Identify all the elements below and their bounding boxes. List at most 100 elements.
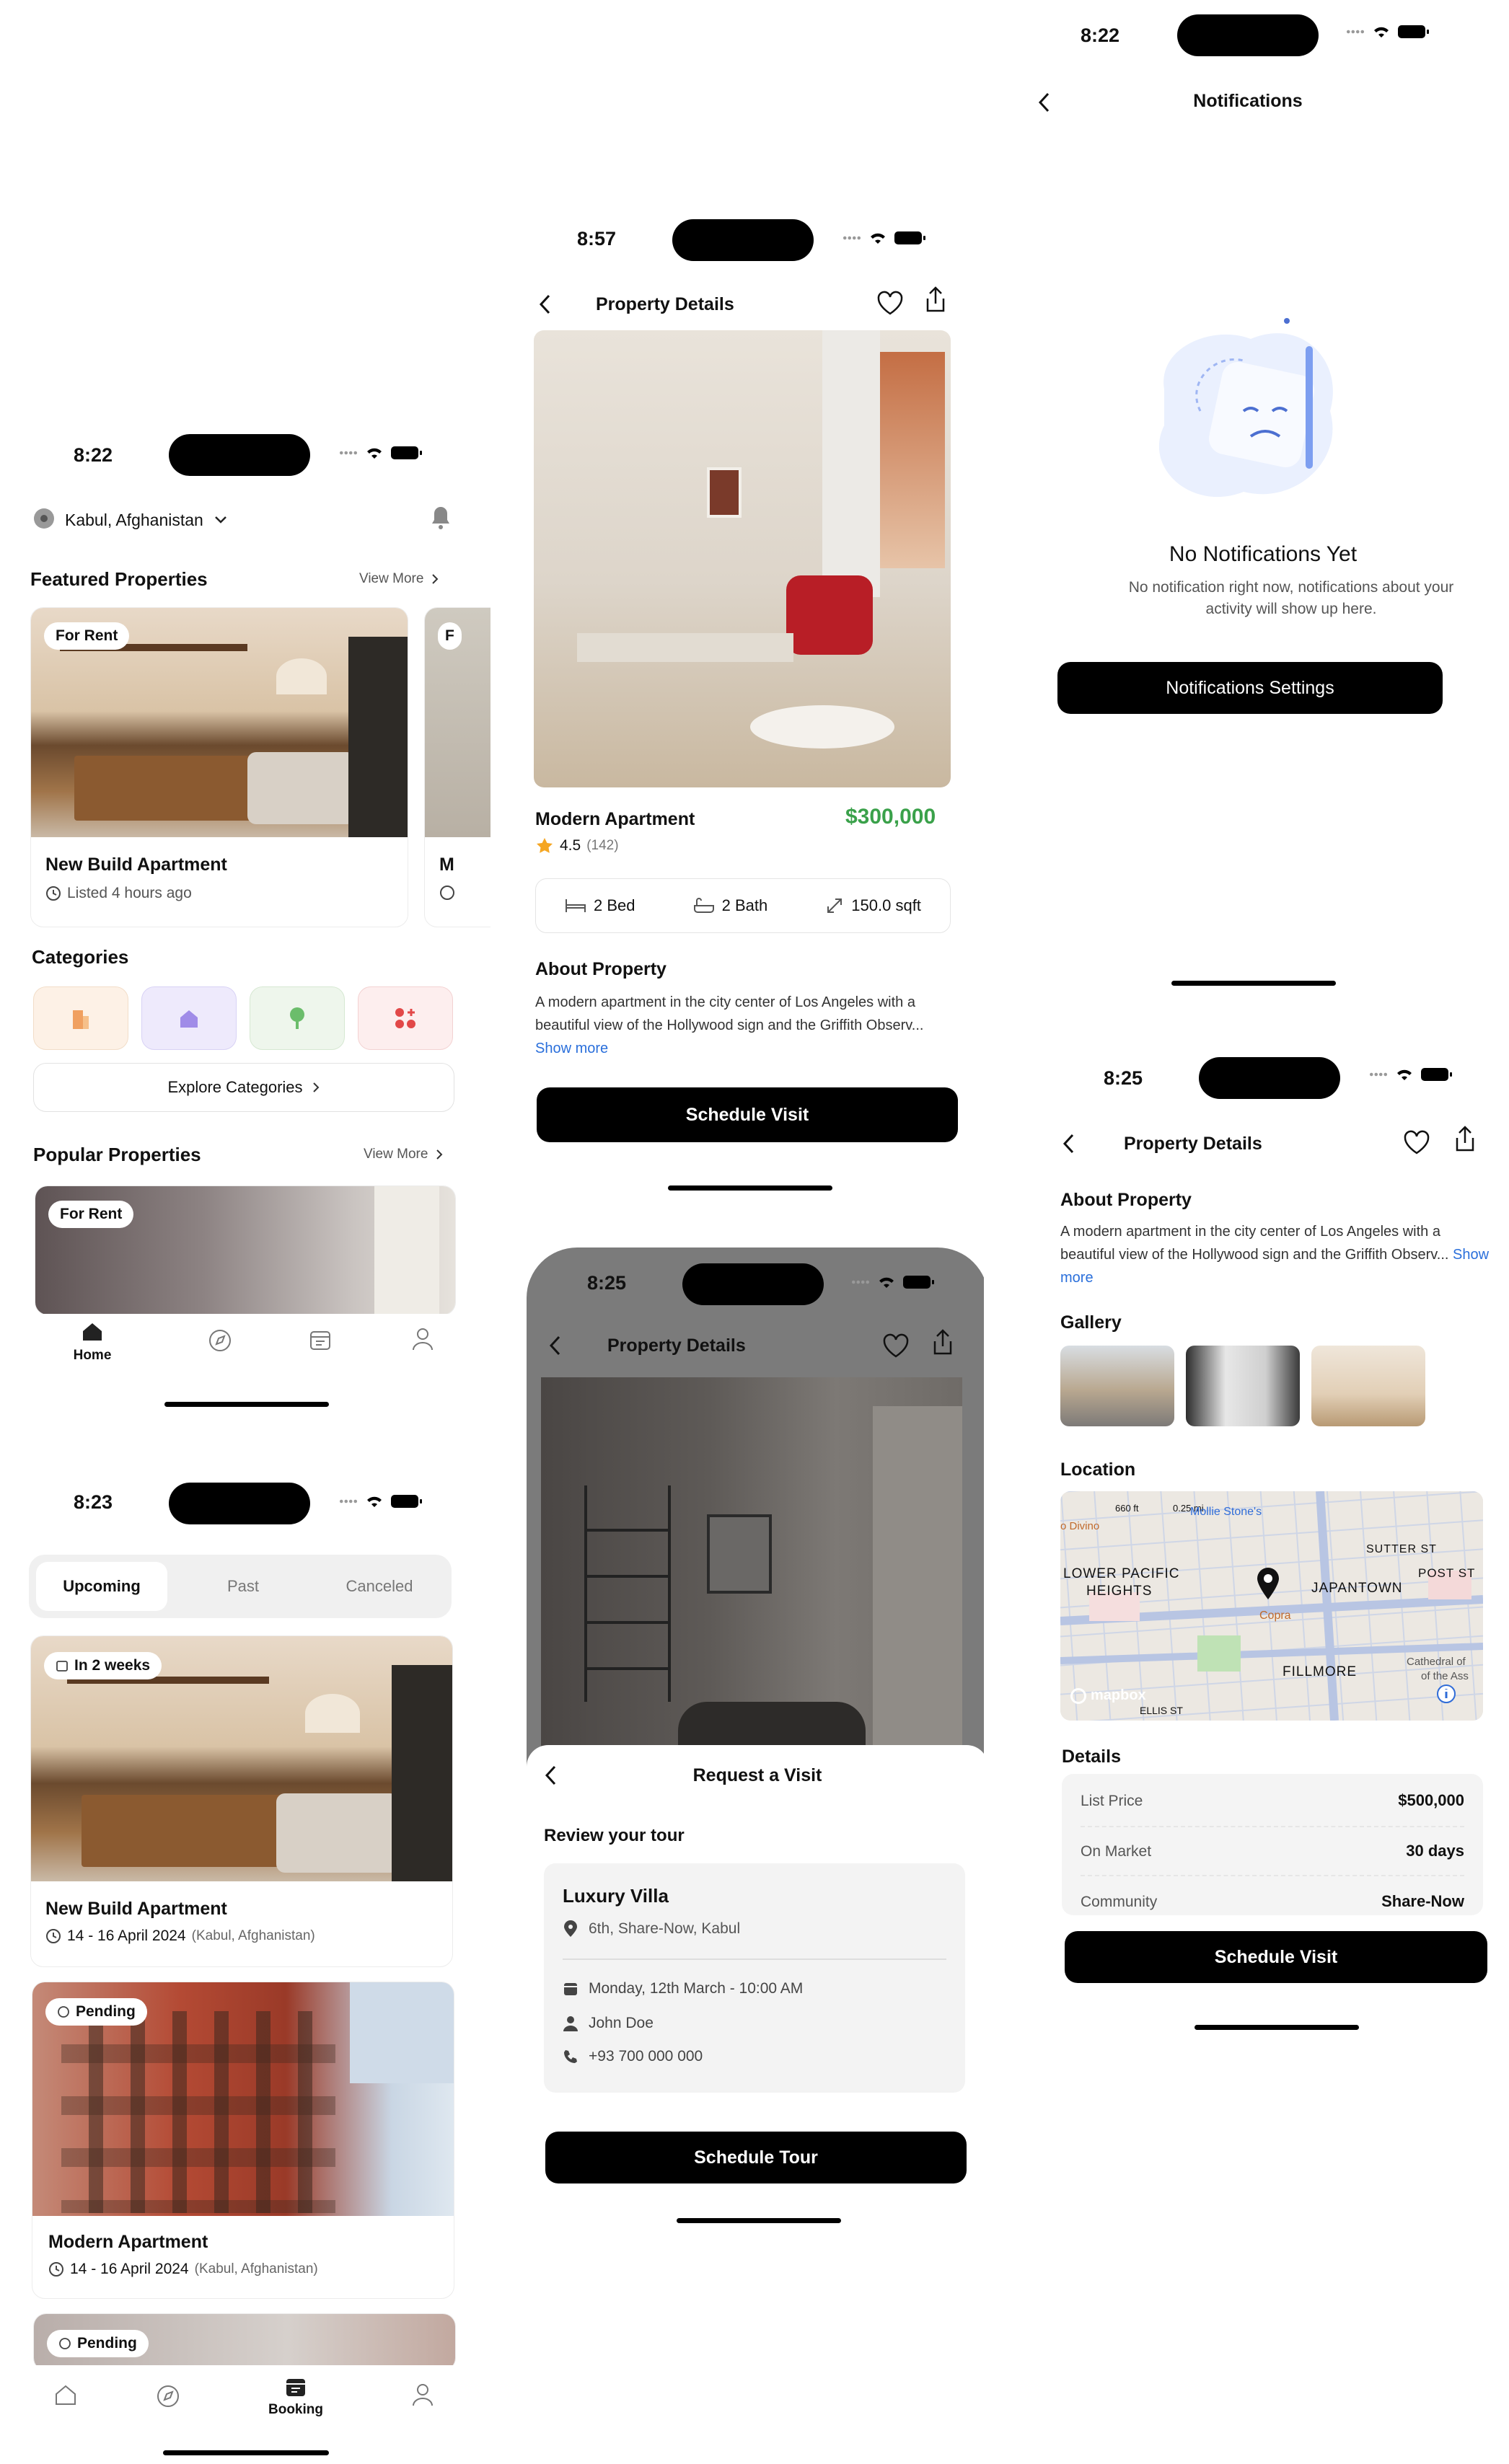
for-rent-badge: For Rent	[48, 1201, 134, 1228]
place-label: (Kabul, Afghanistan)	[191, 1928, 315, 1943]
tab-past[interactable]: Past	[182, 1562, 304, 1611]
building-windows	[61, 2011, 335, 2213]
gallery-thumb-1[interactable]	[1060, 1346, 1174, 1426]
home-screen: 8:22 Kabul, Afghanistan Featured Propert…	[0, 404, 490, 1428]
lamp	[305, 1694, 360, 1733]
building-icon	[73, 1010, 89, 1029]
wifi-icon	[871, 233, 885, 244]
gallery-title: Gallery	[1060, 1312, 1122, 1333]
area-label: 150.0 sqft	[851, 896, 921, 914]
cabinet	[82, 1795, 291, 1867]
profile-icon[interactable]	[411, 2383, 434, 2407]
share-icon[interactable]	[1453, 1125, 1477, 1154]
badge-label: Pending	[77, 2335, 137, 2352]
category-building[interactable]	[33, 986, 128, 1050]
view-more-label: View More	[364, 1147, 428, 1162]
sky	[350, 1982, 454, 2083]
table	[577, 633, 793, 662]
booking-dates: 14 - 16 April 2024 (Kabul, Afghanistan)	[48, 2261, 318, 2278]
request-visit-screen: 8:25 Property Details Request a Visit Re…	[521, 1248, 984, 2243]
nav-booking[interactable]: Booking	[260, 2375, 332, 2418]
heart-icon[interactable]	[1402, 1129, 1431, 1155]
calendar-icon[interactable]	[309, 1328, 332, 1351]
featured-view-more-link[interactable]: View More	[359, 571, 439, 587]
home-indicator	[677, 2218, 841, 2223]
gallery-thumb-2[interactable]	[1186, 1346, 1300, 1426]
battery-icon	[903, 1276, 934, 1289]
show-more-link[interactable]: Show more	[535, 1041, 608, 1056]
bell-icon[interactable]	[430, 505, 452, 531]
booking-card[interactable]: In 2 weeks New Build Apartment 14 - 16 A…	[30, 1635, 453, 1967]
home-indicator	[164, 1402, 329, 1407]
empty-text: No notification right now, notifications…	[1128, 579, 1454, 617]
tour-summary-card: Luxury Villa 6th, Share-Now, Kabul Monda…	[544, 1863, 965, 2093]
clock-icon	[46, 886, 61, 901]
gallery-thumb-3[interactable]	[1311, 1346, 1425, 1426]
star-icon	[537, 838, 553, 853]
featured-property-card-2[interactable]: F M	[424, 607, 490, 927]
category-more[interactable]	[358, 986, 453, 1050]
nav-home[interactable]: Home	[71, 1321, 114, 1364]
booking-card[interactable]: Pending	[33, 2313, 456, 2371]
bookings-screen: 8:23 Upcoming Past Canceled In 2 weeks N…	[0, 1457, 490, 2464]
profile-icon[interactable]	[411, 1327, 434, 1351]
heart-icon[interactable]	[876, 290, 905, 316]
booking-card[interactable]: Pending Modern Apartment 14 - 16 April 2…	[32, 1982, 454, 2299]
category-house[interactable]	[141, 986, 237, 1050]
person-label: John Doe	[589, 2015, 654, 2031]
dimmed-background: 8:25 Property Details	[527, 1248, 984, 1767]
map-label: FILLMORE	[1283, 1664, 1358, 1679]
location-map[interactable]: o Divino 660 ft 0.25 mi Mollie Stone's S…	[1060, 1491, 1483, 1721]
map-label: SUTTER ST	[1366, 1543, 1437, 1555]
curtain	[822, 330, 880, 597]
map-label: o Divino	[1060, 1520, 1100, 1532]
rating-value: 4.5	[560, 837, 581, 854]
place-label: (Kabul, Afghanistan)	[194, 2261, 318, 2277]
dynamic-island	[672, 219, 814, 261]
map-label: JAPANTOWN	[1311, 1581, 1403, 1596]
popular-view-more-link[interactable]: View More	[364, 1147, 444, 1162]
booking-status-badge: Pending	[45, 1998, 147, 2026]
schedule-tour-button[interactable]: Schedule Tour	[545, 2132, 967, 2183]
explore-categories-button[interactable]: Explore Categories	[33, 1063, 454, 1112]
explore-icon[interactable]	[208, 1328, 232, 1353]
popular-property-card[interactable]: For Rent	[35, 1185, 456, 1315]
dynamic-island	[682, 1263, 824, 1305]
dynamic-island	[1199, 1057, 1340, 1099]
view-more-label: View More	[359, 571, 424, 586]
category-land[interactable]	[250, 986, 345, 1050]
sheet-title: Request a Visit	[692, 1765, 822, 1785]
schedule-visit-button[interactable]: Schedule Visit	[1065, 1931, 1487, 1983]
battery-icon	[391, 446, 422, 459]
status-icons	[1346, 25, 1429, 39]
map-info-icon[interactable]	[1435, 1683, 1457, 1705]
spec-area: 150.0 sqft	[825, 896, 921, 915]
notifications-settings-button[interactable]: Notifications Settings	[1057, 662, 1443, 714]
property-price: $300,000	[845, 805, 936, 829]
back-arrow-icon	[549, 1335, 560, 1356]
property-name: New Build Apartment	[45, 855, 227, 875]
location-selector[interactable]: Kabul, Afghanistan	[33, 508, 228, 532]
bottom-nav: Booking	[0, 2365, 490, 2452]
tab-canceled[interactable]: Canceled	[314, 1562, 444, 1611]
back-arrow-icon[interactable]	[1062, 1132, 1076, 1155]
location-title: Location	[1060, 1460, 1136, 1480]
row-label: List Price	[1081, 1793, 1143, 1809]
wifi-icon	[367, 1496, 382, 1507]
booking-status-badge: Pending	[47, 2330, 149, 2357]
explore-icon[interactable]	[156, 2384, 180, 2408]
lamp	[276, 658, 327, 694]
schedule-visit-button[interactable]: Schedule Visit	[537, 1087, 958, 1142]
listed-label: Listed 4 hours ago	[67, 885, 192, 901]
window	[873, 1406, 962, 1767]
clock-icon	[59, 2338, 71, 2349]
property-name: M	[439, 855, 454, 875]
red-armchair	[786, 575, 873, 655]
share-icon[interactable]	[923, 286, 948, 314]
home-icon[interactable]	[53, 2384, 78, 2407]
tab-upcoming[interactable]: Upcoming	[36, 1562, 167, 1611]
featured-property-card[interactable]: For Rent New Build Apartment Listed 4 ho…	[30, 607, 408, 927]
booking-status-badge: In 2 weeks	[44, 1652, 162, 1679]
back-arrow-icon[interactable]	[538, 293, 553, 316]
armchair	[276, 1793, 399, 1873]
